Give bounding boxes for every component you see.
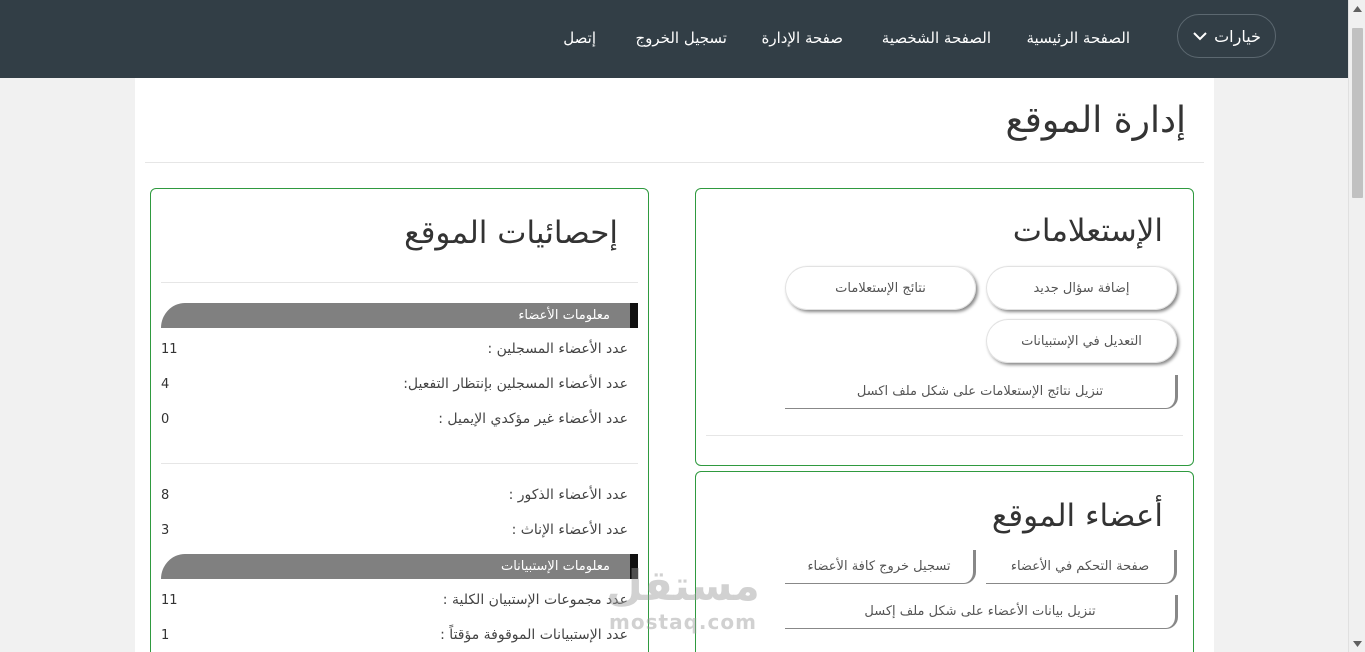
stats-title: إحصائيات الموقع <box>404 215 618 251</box>
scroll-up-arrow-icon[interactable] <box>1349 0 1365 17</box>
surveys-info-header: معلومات الإستبيانات <box>161 554 638 579</box>
nav-link-logout[interactable]: تسجيل الخروج <box>635 26 727 50</box>
unconfirmed-email-value: 0 <box>161 412 170 427</box>
nav-link-contact[interactable]: إتصل <box>563 26 596 50</box>
divider <box>161 282 638 283</box>
polls-panel: الإستعلامات إضافة سؤال جديد نتائج الإستع… <box>695 188 1194 466</box>
registered-members-value: 11 <box>161 342 178 357</box>
members-control-page-button[interactable]: صفحة التحكم في الأعضاء <box>986 550 1177 584</box>
paused-surveys-value: 1 <box>161 628 170 643</box>
chevron-down-icon <box>1193 32 1207 41</box>
divider <box>706 435 1183 436</box>
nav-link-admin[interactable]: صفحة الإدارة <box>762 26 844 50</box>
nav-link-home[interactable]: الصفحة الرئيسية <box>1027 26 1131 50</box>
pending-members-label: عدد الأعضاء المسجلين بإنتظار التفعيل: <box>403 376 628 392</box>
stats-panel: إحصائيات الموقع معلومات الأعضاء عدد الأع… <box>150 188 649 652</box>
page-title: إدارة الموقع <box>1005 100 1186 141</box>
survey-groups-label: عدد مجموعات الإستبيان الكلية : <box>442 592 628 608</box>
registered-members-label: عدد الأعضاء المسجلين : <box>487 341 628 357</box>
add-question-button[interactable]: إضافة سؤال جديد <box>986 266 1177 310</box>
members-info-header: معلومات الأعضاء <box>161 303 638 328</box>
vertical-scrollbar[interactable] <box>1348 0 1365 652</box>
divider <box>161 463 638 464</box>
scroll-down-arrow-icon[interactable] <box>1349 635 1365 652</box>
edit-surveys-button[interactable]: التعديل في الإستبيانات <box>986 319 1177 363</box>
male-members-label: عدد الأعضاء الذكور : <box>508 487 628 503</box>
options-label: خيارات <box>1214 26 1261 46</box>
survey-groups-value: 11 <box>161 593 178 608</box>
male-members-value: 8 <box>161 488 170 503</box>
members-panel: أعضاء الموقع صفحة التحكم في الأعضاء تسجي… <box>695 471 1194 652</box>
top-navbar: خيارات الصفحة الرئيسية الصفحة الشخصية صف… <box>0 0 1348 78</box>
female-members-value: 3 <box>161 523 170 538</box>
female-members-label: عدد الأعضاء الإناث : <box>511 522 628 538</box>
divider <box>145 162 1204 163</box>
options-dropdown[interactable]: خيارات <box>1177 14 1276 58</box>
nav-link-profile[interactable]: الصفحة الشخصية <box>882 26 991 50</box>
download-polls-excel-button[interactable]: تنزيل نتائج الإستعلامات على شكل ملف اكسل <box>785 375 1178 409</box>
unconfirmed-email-label: عدد الأعضاء غير مؤكدي الإيميل : <box>438 411 628 427</box>
main-container: إدارة الموقع الإستعلامات إضافة سؤال جديد… <box>135 78 1214 652</box>
pending-members-value: 4 <box>161 377 170 392</box>
logout-all-members-button[interactable]: تسجيل خروج كافة الأعضاء <box>785 550 976 584</box>
paused-surveys-label: عدد الإستبيانات الموقوفة مؤقتاً : <box>440 627 628 643</box>
poll-results-button[interactable]: نتائج الإستعلامات <box>785 266 976 310</box>
polls-title: الإستعلامات <box>1012 213 1163 249</box>
download-members-excel-button[interactable]: تنزيل بيانات الأعضاء على شكل ملف إكسل <box>785 595 1178 629</box>
members-title: أعضاء الموقع <box>991 498 1163 534</box>
scrollbar-thumb[interactable] <box>1352 28 1363 198</box>
